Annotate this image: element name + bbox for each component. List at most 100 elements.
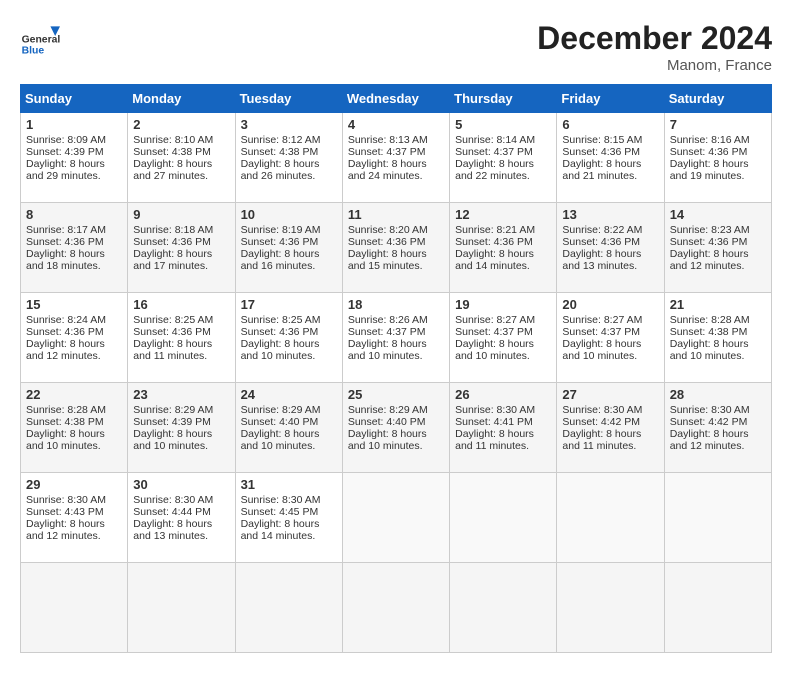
col-wednesday: Wednesday [342, 85, 449, 113]
sunset-label: Sunset: 4:36 PM [133, 236, 211, 248]
sunrise-label: Sunrise: 8:26 AM [348, 314, 428, 326]
sunset-label: Sunset: 4:44 PM [133, 506, 211, 518]
daylight-label: Daylight: 8 hours and 21 minutes. [562, 158, 641, 182]
col-friday: Friday [557, 85, 664, 113]
calendar-header-row: Sunday Monday Tuesday Wednesday Thursday… [21, 85, 772, 113]
svg-text:Blue: Blue [22, 46, 45, 57]
sunset-label: Sunset: 4:37 PM [348, 146, 426, 158]
daylight-label: Daylight: 8 hours and 13 minutes. [133, 518, 212, 542]
daylight-label: Daylight: 8 hours and 24 minutes. [348, 158, 427, 182]
daylight-label: Daylight: 8 hours and 14 minutes. [455, 248, 534, 272]
day-number: 14 [670, 207, 766, 222]
day-number: 16 [133, 297, 229, 312]
day-number: 2 [133, 117, 229, 132]
daylight-label: Daylight: 8 hours and 10 minutes. [241, 428, 320, 452]
daylight-label: Daylight: 8 hours and 10 minutes. [241, 338, 320, 362]
sunrise-label: Sunrise: 8:29 AM [348, 404, 428, 416]
sunset-label: Sunset: 4:36 PM [26, 236, 104, 248]
daylight-label: Daylight: 8 hours and 15 minutes. [348, 248, 427, 272]
day-cell-6: 6 Sunrise: 8:15 AM Sunset: 4:36 PM Dayli… [557, 113, 664, 203]
sunrise-label: Sunrise: 8:16 AM [670, 134, 750, 146]
sunrise-label: Sunrise: 8:25 AM [241, 314, 321, 326]
sunset-label: Sunset: 4:36 PM [348, 236, 426, 248]
daylight-label: Daylight: 8 hours and 14 minutes. [241, 518, 320, 542]
sunrise-label: Sunrise: 8:17 AM [26, 224, 106, 236]
day-cell-21: 21 Sunrise: 8:28 AM Sunset: 4:38 PM Dayl… [664, 293, 771, 383]
daylight-label: Daylight: 8 hours and 29 minutes. [26, 158, 105, 182]
day-number: 28 [670, 387, 766, 402]
header: General Blue December 2024 Manom, France [20, 20, 772, 74]
sunset-label: Sunset: 4:36 PM [562, 146, 640, 158]
sunset-label: Sunset: 4:38 PM [26, 416, 104, 428]
daylight-label: Daylight: 8 hours and 19 minutes. [670, 158, 749, 182]
day-cell-16: 16 Sunrise: 8:25 AM Sunset: 4:36 PM Dayl… [128, 293, 235, 383]
sunset-label: Sunset: 4:36 PM [670, 236, 748, 248]
svg-text:General: General [22, 34, 60, 45]
empty-cell [342, 473, 449, 563]
day-cell-23: 23 Sunrise: 8:29 AM Sunset: 4:39 PM Dayl… [128, 383, 235, 473]
day-number: 25 [348, 387, 444, 402]
sunrise-label: Sunrise: 8:15 AM [562, 134, 642, 146]
sunset-label: Sunset: 4:36 PM [670, 146, 748, 158]
daylight-label: Daylight: 8 hours and 26 minutes. [241, 158, 320, 182]
daylight-label: Daylight: 8 hours and 12 minutes. [26, 338, 105, 362]
sunset-label: Sunset: 4:36 PM [133, 326, 211, 338]
sunset-label: Sunset: 4:36 PM [241, 326, 319, 338]
sunset-label: Sunset: 4:37 PM [455, 146, 533, 158]
sunset-label: Sunset: 4:36 PM [562, 236, 640, 248]
day-cell-14: 14 Sunrise: 8:23 AM Sunset: 4:36 PM Dayl… [664, 203, 771, 293]
calendar-table: Sunday Monday Tuesday Wednesday Thursday… [20, 84, 772, 653]
sunrise-label: Sunrise: 8:23 AM [670, 224, 750, 236]
day-cell-15: 15 Sunrise: 8:24 AM Sunset: 4:36 PM Dayl… [21, 293, 128, 383]
sunset-label: Sunset: 4:43 PM [26, 506, 104, 518]
day-cell-20: 20 Sunrise: 8:27 AM Sunset: 4:37 PM Dayl… [557, 293, 664, 383]
day-cell-31: 31 Sunrise: 8:30 AM Sunset: 4:45 PM Dayl… [235, 473, 342, 563]
day-number: 8 [26, 207, 122, 222]
empty-cell [450, 563, 557, 653]
day-cell-30: 30 Sunrise: 8:30 AM Sunset: 4:44 PM Dayl… [128, 473, 235, 563]
day-number: 10 [241, 207, 337, 222]
sunrise-label: Sunrise: 8:27 AM [562, 314, 642, 326]
day-cell-9: 9 Sunrise: 8:18 AM Sunset: 4:36 PM Dayli… [128, 203, 235, 293]
sunrise-label: Sunrise: 8:10 AM [133, 134, 213, 146]
col-sunday: Sunday [21, 85, 128, 113]
day-cell-22: 22 Sunrise: 8:28 AM Sunset: 4:38 PM Dayl… [21, 383, 128, 473]
sunrise-label: Sunrise: 8:30 AM [455, 404, 535, 416]
daylight-label: Daylight: 8 hours and 18 minutes. [26, 248, 105, 272]
day-cell-17: 17 Sunrise: 8:25 AM Sunset: 4:36 PM Dayl… [235, 293, 342, 383]
daylight-label: Daylight: 8 hours and 11 minutes. [562, 428, 641, 452]
day-cell-27: 27 Sunrise: 8:30 AM Sunset: 4:42 PM Dayl… [557, 383, 664, 473]
sunrise-label: Sunrise: 8:30 AM [562, 404, 642, 416]
day-cell-26: 26 Sunrise: 8:30 AM Sunset: 4:41 PM Dayl… [450, 383, 557, 473]
day-cell-29: 29 Sunrise: 8:30 AM Sunset: 4:43 PM Dayl… [21, 473, 128, 563]
day-number: 23 [133, 387, 229, 402]
day-number: 11 [348, 207, 444, 222]
location: Manom, France [537, 57, 772, 74]
empty-cell [342, 563, 449, 653]
col-thursday: Thursday [450, 85, 557, 113]
sunset-label: Sunset: 4:37 PM [455, 326, 533, 338]
day-number: 26 [455, 387, 551, 402]
daylight-label: Daylight: 8 hours and 11 minutes. [455, 428, 534, 452]
sunrise-label: Sunrise: 8:20 AM [348, 224, 428, 236]
day-number: 31 [241, 477, 337, 492]
daylight-label: Daylight: 8 hours and 13 minutes. [562, 248, 641, 272]
sunset-label: Sunset: 4:40 PM [241, 416, 319, 428]
daylight-label: Daylight: 8 hours and 10 minutes. [348, 338, 427, 362]
day-number: 15 [26, 297, 122, 312]
day-number: 13 [562, 207, 658, 222]
calendar-row-3: 15 Sunrise: 8:24 AM Sunset: 4:36 PM Dayl… [21, 293, 772, 383]
empty-cell [664, 563, 771, 653]
sunset-label: Sunset: 4:42 PM [562, 416, 640, 428]
sunset-label: Sunset: 4:36 PM [26, 326, 104, 338]
col-monday: Monday [128, 85, 235, 113]
sunset-label: Sunset: 4:39 PM [133, 416, 211, 428]
daylight-label: Daylight: 8 hours and 10 minutes. [348, 428, 427, 452]
sunrise-label: Sunrise: 8:29 AM [133, 404, 213, 416]
sunrise-label: Sunrise: 8:19 AM [241, 224, 321, 236]
calendar-row-6 [21, 563, 772, 653]
sunrise-label: Sunrise: 8:24 AM [26, 314, 106, 326]
sunrise-label: Sunrise: 8:13 AM [348, 134, 428, 146]
sunset-label: Sunset: 4:41 PM [455, 416, 533, 428]
daylight-label: Daylight: 8 hours and 12 minutes. [670, 248, 749, 272]
